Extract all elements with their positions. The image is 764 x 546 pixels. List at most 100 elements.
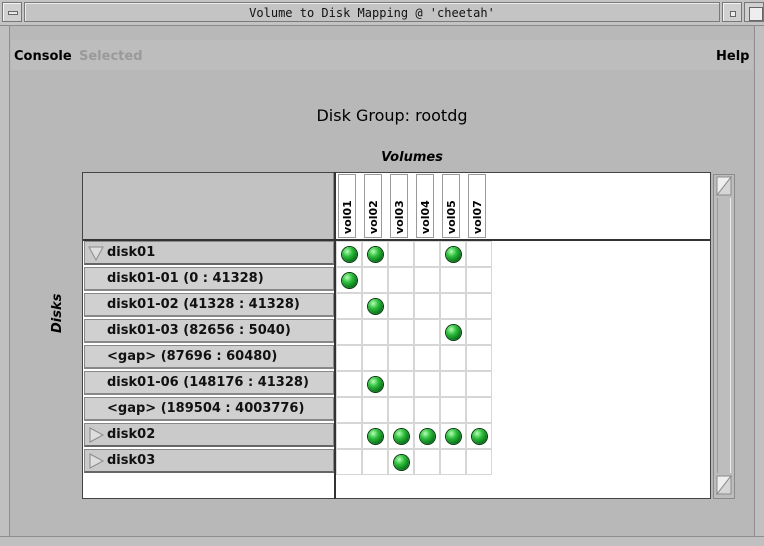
volume-column-header[interactable]: vol04 xyxy=(416,174,434,238)
mapping-cell[interactable] xyxy=(362,293,388,319)
mapping-cell[interactable] xyxy=(466,293,492,319)
mapped-indicator-icon xyxy=(342,247,357,262)
row-label-text: disk01-01 (0 : 41328) xyxy=(107,271,264,286)
volumes-axis-label: Volumes xyxy=(381,150,443,165)
row-label-text: disk03 xyxy=(107,453,156,468)
mapping-cell[interactable] xyxy=(466,449,492,475)
mapped-indicator-icon xyxy=(394,429,409,444)
row-label-text: <gap> (189504 : 4003776) xyxy=(107,401,305,416)
mapping-cell[interactable] xyxy=(414,371,440,397)
mapping-cell[interactable] xyxy=(336,241,362,267)
scroll-up-arrow-icon[interactable] xyxy=(716,176,732,196)
scrollbar-track[interactable] xyxy=(717,198,731,473)
mapping-cell[interactable] xyxy=(440,397,466,423)
volume-column-header[interactable]: vol05 xyxy=(442,174,460,238)
window-frame-right[interactable] xyxy=(754,26,764,546)
mapping-cell[interactable] xyxy=(362,397,388,423)
window-frame-bottom[interactable] xyxy=(0,536,764,546)
row-label-text: disk01-06 (148176 : 41328) xyxy=(107,375,309,390)
mapping-cell[interactable] xyxy=(466,267,492,293)
menu-console[interactable]: Console xyxy=(14,49,72,64)
window-menu-button[interactable] xyxy=(2,2,22,22)
mapping-cell[interactable] xyxy=(388,345,414,371)
row-label-text: disk02 xyxy=(107,427,156,442)
mapping-cell[interactable] xyxy=(414,423,440,449)
volume-name: vol03 xyxy=(393,200,406,234)
mapping-cell[interactable] xyxy=(336,293,362,319)
mapping-cell[interactable] xyxy=(466,345,492,371)
collapsed-triangle-icon[interactable] xyxy=(88,427,104,443)
mapping-cell[interactable] xyxy=(336,397,362,423)
window-bottom-area xyxy=(11,499,753,536)
mapping-cell[interactable] xyxy=(362,423,388,449)
mapping-cell[interactable] xyxy=(388,267,414,293)
mapping-cell[interactable] xyxy=(414,319,440,345)
mapping-cell[interactable] xyxy=(466,319,492,345)
mapping-cell[interactable] xyxy=(440,423,466,449)
mapped-indicator-icon xyxy=(368,247,383,262)
window-frame-left[interactable] xyxy=(0,26,10,546)
mapping-cell[interactable] xyxy=(336,371,362,397)
mapping-cell[interactable] xyxy=(440,267,466,293)
mapped-indicator-icon xyxy=(368,377,383,392)
mapping-cell[interactable] xyxy=(336,449,362,475)
volume-name: vol04 xyxy=(419,200,432,234)
mapping-cell[interactable] xyxy=(414,241,440,267)
mapping-cell[interactable] xyxy=(388,449,414,475)
mapping-cell[interactable] xyxy=(362,449,388,475)
mapping-cell[interactable] xyxy=(414,293,440,319)
mapping-cell[interactable] xyxy=(388,241,414,267)
mapping-cell[interactable] xyxy=(414,397,440,423)
subdisk-row[interactable]: disk01-03 (82656 : 5040) xyxy=(84,319,334,343)
subdisk-row[interactable]: <gap> (87696 : 60480) xyxy=(84,345,334,369)
mapping-cell[interactable] xyxy=(336,423,362,449)
mapping-cell[interactable] xyxy=(388,371,414,397)
minimize-button[interactable] xyxy=(722,2,742,22)
mapping-cell[interactable] xyxy=(414,345,440,371)
disk-row[interactable]: disk02 xyxy=(84,423,334,447)
mapped-indicator-icon xyxy=(420,429,435,444)
mapping-cell[interactable] xyxy=(466,397,492,423)
mapping-cell[interactable] xyxy=(440,449,466,475)
mapping-cell[interactable] xyxy=(388,423,414,449)
expanded-triangle-icon[interactable] xyxy=(88,245,104,261)
menu-help[interactable]: Help xyxy=(716,49,749,64)
row-label-text: <gap> (87696 : 60480) xyxy=(107,349,278,364)
mapped-indicator-icon xyxy=(446,247,461,262)
mapping-cell[interactable] xyxy=(440,345,466,371)
mapping-cell[interactable] xyxy=(440,293,466,319)
subdisk-row[interactable]: disk01-06 (148176 : 41328) xyxy=(84,371,334,395)
mapping-cell[interactable] xyxy=(362,267,388,293)
volume-column-header[interactable]: vol02 xyxy=(364,174,382,238)
maximize-button[interactable] xyxy=(744,2,764,22)
subdisk-row[interactable]: <gap> (189504 : 4003776) xyxy=(84,397,334,421)
mapping-cell[interactable] xyxy=(362,241,388,267)
disks-axis-label: Disks xyxy=(50,293,65,333)
mapping-cell[interactable] xyxy=(336,319,362,345)
mapping-cell[interactable] xyxy=(362,371,388,397)
mapping-cell[interactable] xyxy=(362,319,388,345)
mapping-cell[interactable] xyxy=(440,319,466,345)
mapping-cell[interactable] xyxy=(388,319,414,345)
mapping-cell[interactable] xyxy=(336,267,362,293)
disk-row[interactable]: disk01 xyxy=(84,241,334,265)
collapsed-triangle-icon[interactable] xyxy=(88,453,104,469)
subdisk-row[interactable]: disk01-02 (41328 : 41328) xyxy=(84,293,334,317)
mapping-cell[interactable] xyxy=(414,449,440,475)
mapping-cell[interactable] xyxy=(388,397,414,423)
mapping-cell[interactable] xyxy=(466,371,492,397)
mapping-cell[interactable] xyxy=(388,293,414,319)
mapping-cell[interactable] xyxy=(336,345,362,371)
mapping-cell[interactable] xyxy=(414,267,440,293)
mapping-cell[interactable] xyxy=(466,423,492,449)
disk-row[interactable]: disk03 xyxy=(84,449,334,473)
volume-column-header[interactable]: vol03 xyxy=(390,174,408,238)
mapping-cell[interactable] xyxy=(362,345,388,371)
volume-column-header[interactable]: vol01 xyxy=(338,174,356,238)
scroll-down-arrow-icon[interactable] xyxy=(716,475,732,495)
mapping-cell[interactable] xyxy=(440,371,466,397)
mapping-cell[interactable] xyxy=(466,241,492,267)
subdisk-row[interactable]: disk01-01 (0 : 41328) xyxy=(84,267,334,291)
mapping-cell[interactable] xyxy=(440,241,466,267)
volume-column-header[interactable]: vol07 xyxy=(468,174,486,238)
